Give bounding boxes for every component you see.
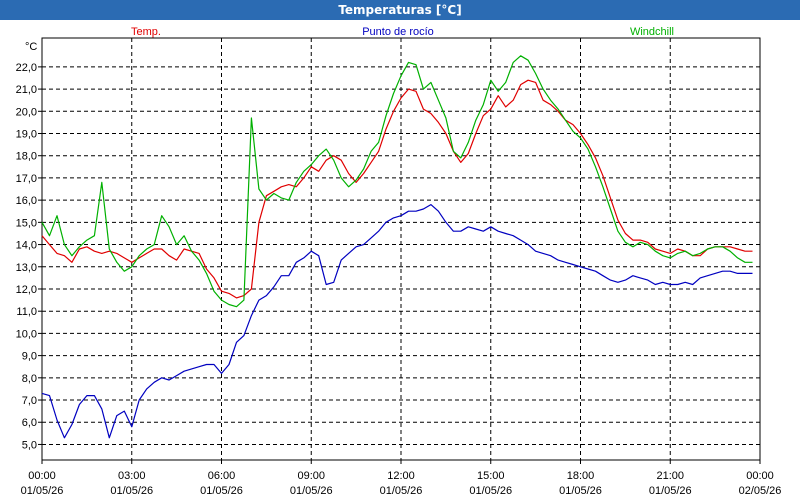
x-tick-date: 01/05/26 [110, 485, 153, 497]
series-line-windchill [41, 55, 753, 308]
y-tick-label: 16,0 [16, 195, 37, 207]
legend-entry: Temp. [131, 26, 161, 38]
x-tick-time: 06:00 [208, 470, 236, 482]
y-tick-label: 6,0 [22, 417, 37, 429]
x-axis: 00:00 01/05/26 03:00 01/05/26 06:00 01/05/26 0… [21, 460, 782, 497]
temperature-chart: 5,0 6,0 7,0 8,0 9,0 10,0 11,0 12,0 13,0 14,0 15,0 1… [16, 26, 782, 497]
y-tick-label: 17,0 [16, 173, 37, 185]
y-tick-label: 11,0 [16, 306, 37, 318]
x-tick-time: 00:00 [746, 470, 774, 482]
x-tick-time: 12:00 [387, 470, 415, 482]
legend-entry: Windchill [630, 26, 674, 38]
x-tick-time: 09:00 [297, 470, 325, 482]
x-tick-time: 15:00 [477, 470, 505, 482]
y-tick-label: 18,0 [16, 151, 37, 163]
x-tick-date: 01/05/26 [469, 485, 512, 497]
x-tick-date: 01/05/26 [380, 485, 423, 497]
y-tick-label: 20,0 [16, 106, 37, 118]
x-tick-date: 01/05/26 [290, 485, 333, 497]
legend: Temp. Punto de rocío Windchill [131, 26, 674, 38]
y-tick-label: 7,0 [22, 395, 37, 407]
y-tick-label: 14,0 [16, 240, 37, 252]
y-tick-label: 13,0 [16, 262, 37, 274]
x-tick-time: 03:00 [118, 470, 146, 482]
series-layer [41, 55, 753, 439]
y-tick-label: 15,0 [16, 217, 37, 229]
x-tick-date: 01/05/26 [21, 485, 64, 497]
y-tick-label: 9,0 [22, 351, 37, 363]
legend-entry: Punto de rocío [362, 26, 434, 38]
x-tick-time: 18:00 [567, 470, 595, 482]
x-tick-time: 21:00 [656, 470, 684, 482]
y-tick-label: 10,0 [16, 328, 37, 340]
y-tick-label: 8,0 [22, 373, 37, 385]
x-tick-time: 00:00 [28, 470, 56, 482]
x-tick-date: 01/05/26 [649, 485, 692, 497]
series-line-dewpoint [41, 204, 753, 439]
y-tick-label: 22,0 [16, 62, 37, 74]
y-axis-label: °C [25, 41, 37, 53]
x-tick-date: 01/05/26 [559, 485, 602, 497]
x-tick-date: 02/05/26 [739, 485, 782, 497]
series-line-temp [41, 79, 753, 299]
y-tick-label: 19,0 [16, 129, 37, 141]
y-axis: 5,0 6,0 7,0 8,0 9,0 10,0 11,0 12,0 13,0 14,0 15,0 1… [16, 62, 42, 451]
y-tick-label: 21,0 [16, 84, 37, 96]
y-tick-label: 12,0 [16, 284, 37, 296]
y-tick-label: 5,0 [22, 439, 37, 451]
x-tick-date: 01/05/26 [200, 485, 243, 497]
